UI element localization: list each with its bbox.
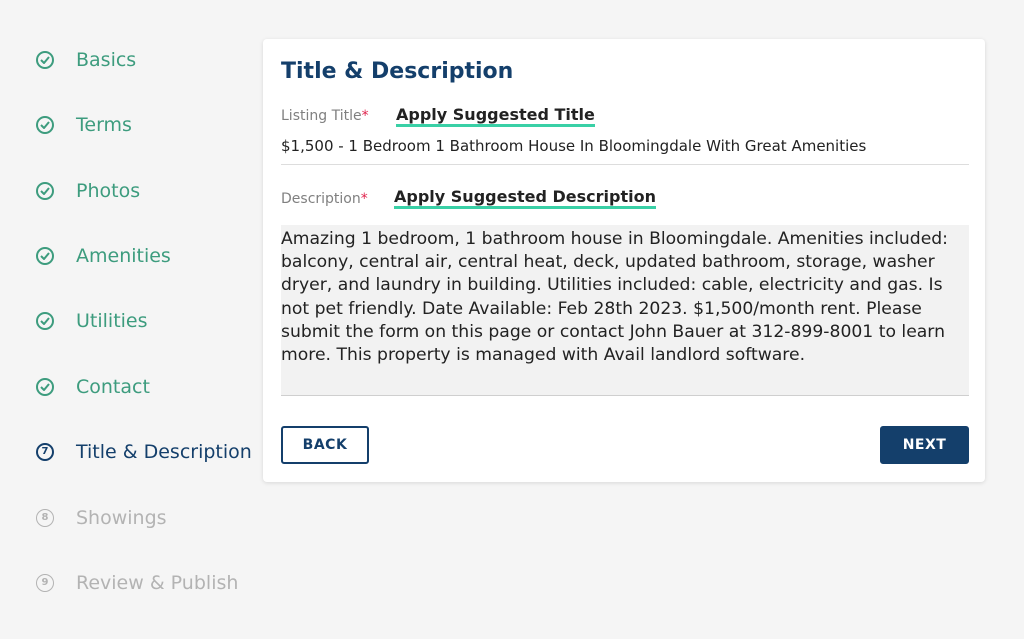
- step-photos[interactable]: Photos: [36, 176, 140, 206]
- check-circle-icon: [36, 116, 54, 134]
- step-amenities[interactable]: Amenities: [36, 241, 171, 271]
- listing-title-input[interactable]: $1,500 - 1 Bedroom 1 Bathroom House In B…: [281, 137, 866, 155]
- card-title: Title & Description: [281, 59, 514, 84]
- step-label: Review & Publish: [76, 572, 239, 594]
- next-button[interactable]: NEXT: [880, 426, 969, 464]
- check-circle-icon: [36, 247, 54, 265]
- listing-title-label: Listing Title*: [281, 108, 369, 124]
- description-textarea[interactable]: Amazing 1 bedroom, 1 bathroom house in B…: [281, 225, 969, 396]
- step-number: 7: [41, 446, 49, 457]
- description-label: Description*: [281, 191, 368, 207]
- step-title-description[interactable]: 7 Title & Description: [36, 437, 252, 467]
- step-terms[interactable]: Terms: [36, 110, 132, 140]
- step-basics[interactable]: Basics: [36, 45, 136, 75]
- check-circle-icon: [36, 312, 54, 330]
- step-contact[interactable]: Contact: [36, 372, 150, 402]
- apply-suggested-description-link[interactable]: Apply Suggested Description: [394, 188, 656, 209]
- step-label: Utilities: [76, 310, 148, 332]
- description-label-text: Description: [281, 191, 361, 207]
- numbered-circle-icon: 7: [36, 443, 54, 461]
- step-label: Contact: [76, 376, 150, 398]
- check-circle-icon: [36, 51, 54, 69]
- step-label: Title & Description: [76, 441, 252, 463]
- apply-suggested-title-link[interactable]: Apply Suggested Title: [396, 106, 595, 127]
- listing-title-label-text: Listing Title: [281, 108, 362, 124]
- listing-title-divider: [281, 164, 969, 165]
- numbered-circle-icon: 9: [36, 574, 54, 592]
- back-button[interactable]: BACK: [281, 426, 369, 464]
- required-mark: *: [360, 191, 368, 207]
- step-label: Amenities: [76, 245, 171, 267]
- wizard-sidebar: Basics Terms Photos Amenities Utilities: [0, 0, 260, 639]
- step-label: Terms: [76, 114, 132, 136]
- step-number: 9: [41, 577, 49, 588]
- required-mark: *: [361, 108, 369, 124]
- step-label: Showings: [76, 507, 167, 529]
- page: Basics Terms Photos Amenities Utilities: [0, 0, 1024, 639]
- step-review-publish[interactable]: 9 Review & Publish: [36, 568, 238, 598]
- check-circle-icon: [36, 182, 54, 200]
- title-description-card: Title & Description Listing Title* Apply…: [263, 39, 985, 482]
- step-label: Basics: [76, 49, 137, 71]
- step-label: Photos: [76, 180, 141, 202]
- step-showings[interactable]: 8 Showings: [36, 503, 167, 533]
- step-utilities[interactable]: Utilities: [36, 306, 148, 336]
- step-number: 8: [41, 512, 49, 523]
- check-circle-icon: [36, 378, 54, 396]
- numbered-circle-icon: 8: [36, 509, 54, 527]
